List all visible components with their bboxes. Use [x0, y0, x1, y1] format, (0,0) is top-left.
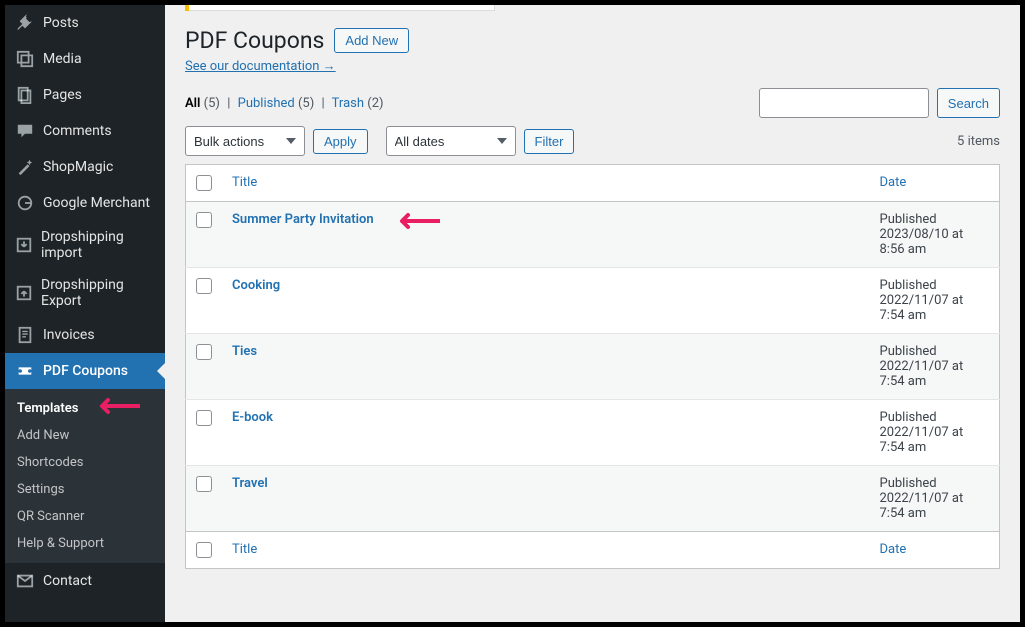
bulk-actions-select[interactable]: Bulk actions	[185, 126, 305, 156]
table-row: Travel Published2022/11/07 at 7:54 am	[186, 466, 1000, 532]
submenu-shortcodes[interactable]: Shortcodes	[5, 449, 165, 476]
select-all-checkbox[interactable]	[196, 175, 212, 191]
filter-button[interactable]: Filter	[524, 129, 575, 154]
admin-sidebar: Posts Media Pages Comments ShopMagic Goo…	[5, 5, 165, 622]
search-input[interactable]	[759, 88, 929, 118]
row-checkbox[interactable]	[196, 278, 212, 294]
row-checkbox[interactable]	[196, 344, 212, 360]
documentation-link[interactable]: See our documentation →	[185, 58, 336, 74]
sidebar-item-comments[interactable]: Comments	[5, 113, 165, 149]
import-icon	[15, 235, 33, 255]
row-title-link[interactable]: E-book	[232, 410, 273, 425]
search-button[interactable]: Search	[937, 88, 1000, 118]
sidebar-item-media[interactable]: Media	[5, 41, 165, 77]
sidebar-item-google-merchant[interactable]: Google Merchant	[5, 185, 165, 221]
export-icon	[15, 283, 33, 303]
row-checkbox[interactable]	[196, 410, 212, 426]
row-title-link[interactable]: Travel	[232, 476, 268, 491]
row-date: 2022/11/07 at 7:54 am	[880, 293, 964, 323]
table-row: E-book Published2022/11/07 at 7:54 am	[186, 400, 1000, 466]
col-title-footer[interactable]: Title	[232, 542, 257, 557]
row-date: 2022/11/07 at 7:54 am	[880, 491, 964, 521]
notice-strip	[185, 5, 495, 11]
row-checkbox[interactable]	[196, 476, 212, 492]
row-checkbox[interactable]	[196, 212, 212, 228]
select-all-checkbox-foot[interactable]	[196, 542, 212, 558]
status-filters: All (5) | Published (5) | Trash (2)	[185, 96, 384, 111]
menu-label: Pages	[43, 87, 82, 103]
col-date-footer[interactable]: Date	[880, 542, 907, 557]
menu-label: Comments	[43, 123, 112, 139]
submenu-help-support[interactable]: Help & Support	[5, 530, 165, 557]
submenu-qr-scanner[interactable]: QR Scanner	[5, 503, 165, 530]
google-icon	[15, 193, 35, 213]
ticket-icon	[15, 361, 35, 381]
row-date: 2022/11/07 at 7:54 am	[880, 359, 964, 389]
submenu-settings[interactable]: Settings	[5, 476, 165, 503]
row-status: Published	[880, 410, 937, 425]
wand-icon	[15, 157, 35, 177]
page-title: PDF Coupons	[185, 27, 324, 54]
table-row: Summer Party Invitation Published2023/08…	[186, 202, 1000, 268]
submenu-templates[interactable]: Templates	[5, 395, 165, 422]
sidebar-item-dropshipping-import[interactable]: Dropshipping import	[5, 221, 165, 269]
menu-label: Dropshipping Export	[41, 277, 155, 309]
menu-label: Posts	[43, 15, 79, 31]
pages-icon	[15, 85, 35, 105]
row-title-link[interactable]: Summer Party Invitation	[232, 212, 374, 227]
sidebar-item-dropshipping-export[interactable]: Dropshipping Export	[5, 269, 165, 317]
row-status: Published	[880, 212, 937, 227]
item-count: 5 items	[957, 134, 1000, 149]
apply-button[interactable]: Apply	[313, 129, 368, 154]
filter-trash[interactable]: Trash	[332, 96, 364, 111]
menu-label: Google Merchant	[43, 195, 150, 211]
sidebar-submenu: Templates Add New Shortcodes Settings QR…	[5, 389, 165, 563]
menu-label: ShopMagic	[43, 159, 113, 175]
menu-label: Media	[43, 51, 82, 67]
submenu-add-new[interactable]: Add New	[5, 422, 165, 449]
row-status: Published	[880, 476, 937, 491]
sidebar-item-pdf-coupons[interactable]: PDF Coupons	[5, 353, 165, 389]
row-title-link[interactable]: Ties	[232, 344, 257, 359]
table-row: Ties Published2022/11/07 at 7:54 am	[186, 334, 1000, 400]
menu-label: Dropshipping import	[41, 229, 155, 261]
sidebar-item-invoices[interactable]: Invoices	[5, 317, 165, 353]
mail-icon	[15, 571, 35, 591]
menu-label: Contact	[43, 573, 92, 589]
row-status: Published	[880, 344, 937, 359]
menu-label: Invoices	[43, 327, 95, 343]
pin-icon	[15, 13, 35, 33]
dates-select[interactable]: All dates	[386, 126, 516, 156]
menu-label: PDF Coupons	[43, 363, 128, 379]
filter-all[interactable]: All	[185, 96, 200, 111]
filter-published[interactable]: Published	[238, 96, 295, 111]
sidebar-item-shopmagic[interactable]: ShopMagic	[5, 149, 165, 185]
sidebar-item-posts[interactable]: Posts	[5, 5, 165, 41]
coupons-table: Title Date Summer Party Invitation Publi…	[185, 164, 1000, 569]
col-title-header[interactable]: Title	[232, 175, 257, 190]
media-icon	[15, 49, 35, 69]
row-date: 2023/08/10 at 8:56 am	[880, 227, 964, 257]
table-row: Cooking Published2022/11/07 at 7:54 am	[186, 268, 1000, 334]
row-date: 2022/11/07 at 7:54 am	[880, 425, 964, 455]
invoices-icon	[15, 325, 35, 345]
row-title-link[interactable]: Cooking	[232, 278, 280, 293]
col-date-header[interactable]: Date	[880, 175, 907, 190]
main-content: PDF Coupons Add New See our documentatio…	[165, 5, 1020, 622]
add-new-button[interactable]: Add New	[334, 28, 409, 53]
sidebar-item-pages[interactable]: Pages	[5, 77, 165, 113]
sidebar-item-contact[interactable]: Contact	[5, 563, 165, 599]
comments-icon	[15, 121, 35, 141]
row-status: Published	[880, 278, 937, 293]
